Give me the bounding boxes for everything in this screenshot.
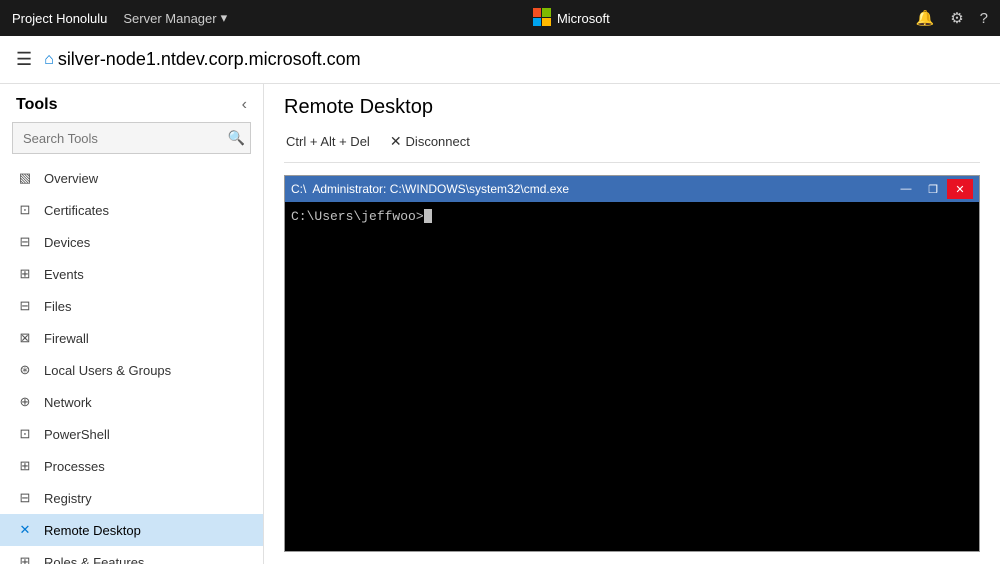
notifications-icon[interactable]: 🔔 [916, 9, 935, 27]
home-icon[interactable]: ⌂ [44, 51, 54, 69]
server-manager-label: Server Manager [123, 11, 216, 26]
topbar-center: Microsoft [533, 8, 610, 28]
sidebar-item-powershell[interactable]: ⊡ PowerShell [0, 418, 263, 450]
rd-titlebar-text: Administrator: C:\WINDOWS\system32\cmd.e… [312, 182, 569, 196]
rd-titlebar-left: C:\ Administrator: C:\WINDOWS\system32\c… [291, 182, 569, 196]
chevron-down-icon: ▾ [221, 10, 228, 26]
sidebar-list: ▧ Overview ⊡ Certificates ⊟ Devices ⊞ Events ⊟ Fi… [0, 162, 263, 564]
sidebar-item-label-devices: Devices [44, 235, 90, 250]
sidebar: Tools ‹ 🔍 ▧ Overview ⊡ Certificates ⊟ Devices… [0, 84, 264, 564]
rd-restore-button[interactable]: ❐ [920, 179, 946, 199]
sidebar-item-network[interactable]: ⊕ Network [0, 386, 263, 418]
sidebar-header: Tools ‹ [0, 84, 263, 122]
sidebar-item-events[interactable]: ⊞ Events [0, 258, 263, 290]
rd-close-button[interactable]: ✕ [947, 179, 973, 199]
registry-icon: ⊟ [16, 489, 34, 507]
sidebar-item-processes[interactable]: ⊞ Processes [0, 450, 263, 482]
topbar-left: Project Honolulu Server Manager ▾ [12, 10, 227, 26]
sidebar-item-remote-desktop[interactable]: ✕ Remote Desktop [0, 514, 263, 546]
sidebar-item-local-users[interactable]: ⊛ Local Users & Groups [0, 354, 263, 386]
rd-window[interactable]: C:\ Administrator: C:\WINDOWS\system32\c… [284, 175, 980, 552]
roles-features-icon: ⊞ [16, 553, 34, 564]
local-users-icon: ⊛ [16, 361, 34, 379]
disconnect-icon: ✕ [390, 133, 402, 150]
sidebar-item-overview[interactable]: ▧ Overview [0, 162, 263, 194]
breadcrumb-bar: ☰ ⌂ silver-node1.ntdev.corp.microsoft.co… [0, 36, 1000, 84]
search-input[interactable] [12, 122, 251, 154]
sidebar-item-label-firewall: Firewall [44, 331, 89, 346]
content-title: Remote Desktop [284, 96, 980, 119]
topbar-right: 🔔 ⚙ ? [916, 9, 988, 27]
server-title: silver-node1.ntdev.corp.microsoft.com [58, 49, 361, 70]
sidebar-collapse-button[interactable]: ‹ [242, 96, 247, 114]
microsoft-label: Microsoft [557, 11, 610, 26]
powershell-icon: ⊡ [16, 425, 34, 443]
sidebar-item-label-overview: Overview [44, 171, 98, 186]
sidebar-title: Tools [16, 96, 57, 114]
settings-icon[interactable]: ⚙ [950, 9, 963, 27]
rd-minimize-button[interactable]: — [893, 179, 919, 199]
rd-terminal[interactable]: C:\Users\jeffwoo> [285, 202, 979, 551]
disconnect-label: Disconnect [406, 134, 470, 149]
cmd-icon: C:\ [291, 182, 306, 196]
sidebar-item-label-roles-features: Roles & Features [44, 555, 144, 564]
remote-desktop-icon: ✕ [16, 521, 34, 539]
devices-icon: ⊟ [16, 233, 34, 251]
network-icon: ⊕ [16, 393, 34, 411]
disconnect-button[interactable]: ✕ Disconnect [388, 129, 472, 154]
sidebar-item-label-processes: Processes [44, 459, 105, 474]
sidebar-item-label-powershell: PowerShell [44, 427, 110, 442]
hamburger-menu-icon[interactable]: ☰ [16, 49, 32, 70]
sidebar-item-label-certificates: Certificates [44, 203, 109, 218]
sidebar-item-registry[interactable]: ⊟ Registry [0, 482, 263, 514]
sidebar-item-roles-features[interactable]: ⊞ Roles & Features [0, 546, 263, 564]
sidebar-item-label-local-users: Local Users & Groups [44, 363, 171, 378]
search-box: 🔍 [12, 122, 251, 154]
sidebar-item-devices[interactable]: ⊟ Devices [0, 226, 263, 258]
firewall-icon: ⊠ [16, 329, 34, 347]
topbar: Project Honolulu Server Manager ▾ Micros… [0, 0, 1000, 36]
content-toolbar: Ctrl + Alt + Del ✕ Disconnect [284, 129, 980, 163]
terminal-prompt: C:\Users\jeffwoo> [291, 209, 424, 224]
sidebar-item-files[interactable]: ⊟ Files [0, 290, 263, 322]
ctrl-alt-del-label: Ctrl + Alt + Del [286, 134, 370, 149]
server-manager-nav[interactable]: Server Manager ▾ [123, 10, 227, 26]
sidebar-item-label-registry: Registry [44, 491, 92, 506]
remote-desktop-area: C:\ Administrator: C:\WINDOWS\system32\c… [264, 163, 1000, 564]
main-area: Tools ‹ 🔍 ▧ Overview ⊡ Certificates ⊟ Devices… [0, 84, 1000, 564]
files-icon: ⊟ [16, 297, 34, 315]
sidebar-item-certificates[interactable]: ⊡ Certificates [0, 194, 263, 226]
sidebar-item-firewall[interactable]: ⊠ Firewall [0, 322, 263, 354]
ctrl-alt-del-button[interactable]: Ctrl + Alt + Del [284, 130, 372, 153]
project-honolulu-brand[interactable]: Project Honolulu [12, 11, 107, 26]
sidebar-item-label-remote-desktop: Remote Desktop [44, 523, 141, 538]
certificates-icon: ⊡ [16, 201, 34, 219]
sidebar-item-label-events: Events [44, 267, 84, 282]
help-icon[interactable]: ? [980, 10, 988, 27]
processes-icon: ⊞ [16, 457, 34, 475]
content-header: Remote Desktop Ctrl + Alt + Del ✕ Discon… [264, 84, 1000, 163]
sidebar-item-label-network: Network [44, 395, 92, 410]
microsoft-logo [533, 8, 553, 28]
events-icon: ⊞ [16, 265, 34, 283]
terminal-cursor [424, 209, 432, 223]
sidebar-item-label-files: Files [44, 299, 71, 314]
rd-titlebar: C:\ Administrator: C:\WINDOWS\system32\c… [285, 176, 979, 202]
search-icon[interactable]: 🔍 [228, 130, 245, 147]
content-panel: Remote Desktop Ctrl + Alt + Del ✕ Discon… [264, 84, 1000, 564]
overview-icon: ▧ [16, 169, 34, 187]
rd-titlebar-controls: — ❐ ✕ [893, 179, 973, 199]
